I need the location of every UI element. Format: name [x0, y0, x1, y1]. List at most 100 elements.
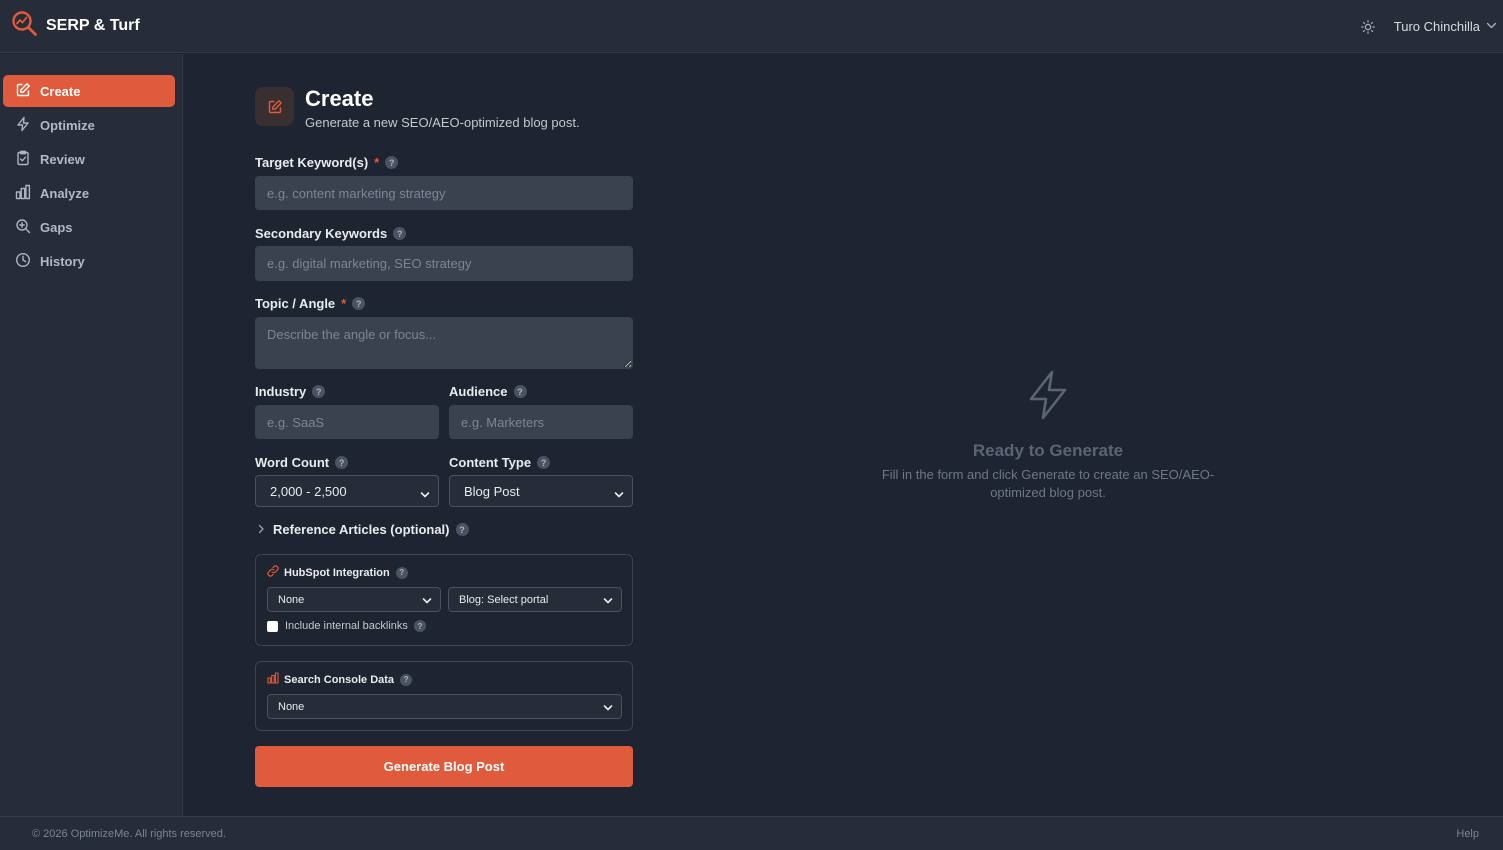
clipboard-check-icon [15, 150, 40, 169]
chevron-right-icon [257, 522, 265, 537]
empty-state-description: Fill in the form and click Generate to c… [881, 467, 1215, 500]
help-icon[interactable]: ? [400, 673, 413, 686]
edit-icon [15, 82, 40, 101]
required-marker: * [341, 296, 347, 311]
chevron-down-icon [614, 487, 624, 502]
reference-articles-toggle[interactable]: Reference Articles (optional) ? [257, 522, 469, 537]
backlinks-checkbox[interactable] [267, 620, 278, 632]
sidebar-item-analyze[interactable]: Analyze [3, 177, 175, 209]
hubspot-blog-select[interactable]: Blog: Select portal [448, 587, 622, 612]
help-icon[interactable]: ? [455, 523, 469, 536]
hubspot-panel: HubSpot Integration ? None Blog: Select … [255, 554, 633, 646]
edit-icon [255, 87, 294, 126]
chevron-down-icon [422, 596, 432, 608]
sidebar-item-label: Gaps [40, 219, 73, 235]
chevron-down-icon [603, 703, 613, 715]
reference-articles-label: Reference Articles (optional) [273, 522, 450, 537]
panel-title-text: Search Console Data [284, 673, 395, 686]
hubspot-connection-select[interactable]: None [267, 587, 441, 612]
content-type-select[interactable]: Blog Post [449, 475, 633, 507]
industry-label: Industry ? [255, 384, 326, 399]
sidebar: Create Optimize Review Analyze Gaps Hist… [0, 54, 183, 816]
label-text: Audience [449, 384, 508, 399]
sidebar-item-history[interactable]: History [3, 245, 175, 277]
generate-blog-post-button[interactable]: Generate Blog Post [255, 746, 633, 787]
logo-magnifier-icon [11, 10, 38, 42]
word-count-value: 2,000 - 2,500 [270, 483, 347, 499]
search-console-panel: Search Console Data ? None [255, 661, 633, 731]
label-text: Industry [255, 384, 307, 399]
page-subtitle: Generate a new SEO/AEO-optimized blog po… [305, 115, 580, 130]
backlinks-option: Include internal backlinks ? [267, 620, 426, 632]
help-icon[interactable]: ? [312, 385, 326, 398]
brand[interactable]: SERP & Turf [11, 10, 140, 42]
page-title: Create [305, 86, 374, 111]
topic-textarea[interactable] [255, 317, 633, 369]
sidebar-item-label: History [40, 253, 85, 269]
user-menu[interactable]: Turo Chinchilla [1394, 18, 1497, 36]
sidebar-item-label: Review [40, 151, 85, 167]
footer: © 2026 OptimizeMe. All rights reserved. … [0, 816, 1503, 850]
sidebar-item-review[interactable]: Review [3, 143, 175, 175]
bar-chart-icon [267, 672, 279, 687]
page-header: Create Generate a new SEO/AEO-optimized … [255, 86, 580, 130]
lightning-icon [15, 116, 40, 135]
help-icon[interactable]: ? [393, 227, 407, 240]
audience-label: Audience ? [449, 384, 527, 399]
help-icon[interactable]: ? [537, 456, 551, 469]
bar-chart-icon [15, 184, 40, 203]
zoom-in-icon [15, 218, 40, 237]
help-icon[interactable]: ? [385, 156, 399, 169]
hubspot-connection-value: None [278, 593, 305, 606]
word-count-label: Word Count ? [255, 455, 349, 470]
sun-icon[interactable] [1358, 17, 1378, 37]
hubspot-blog-value: Blog: Select portal [459, 593, 549, 606]
word-count-select[interactable]: 2,000 - 2,500 [255, 475, 439, 507]
content-type-value: Blog Post [464, 483, 520, 499]
sidebar-item-label: Optimize [40, 117, 95, 133]
search-console-select[interactable]: None [267, 694, 622, 719]
chevron-down-icon [1486, 18, 1497, 36]
topic-label: Topic / Angle * ? [255, 296, 366, 311]
backlinks-label: Include internal backlinks [285, 620, 408, 632]
copyright-text: © 2026 OptimizeMe. All rights reserved. [32, 827, 226, 840]
industry-input[interactable] [255, 405, 439, 439]
lightning-icon [864, 370, 1232, 425]
link-icon [267, 565, 279, 580]
sidebar-item-create[interactable]: Create [3, 75, 175, 107]
label-text: Content Type [449, 455, 532, 470]
empty-state-title: Ready to Generate [972, 441, 1124, 460]
secondary-keywords-label: Secondary Keywords ? [255, 226, 407, 241]
help-link[interactable]: Help [1456, 828, 1479, 840]
label-text: Secondary Keywords [255, 226, 388, 241]
content-type-label: Content Type ? [449, 455, 551, 470]
audience-input[interactable] [449, 405, 633, 439]
help-icon[interactable]: ? [513, 385, 527, 398]
chevron-down-icon [420, 487, 430, 502]
chevron-down-icon [603, 596, 613, 608]
clock-icon [15, 252, 40, 271]
secondary-keywords-input[interactable] [255, 246, 633, 281]
sidebar-item-gaps[interactable]: Gaps [3, 211, 175, 243]
hubspot-title: HubSpot Integration ? [267, 565, 408, 580]
user-name: Turo Chinchilla [1393, 19, 1480, 34]
target-keywords-input[interactable] [255, 176, 633, 210]
label-text: Target Keyword(s) [255, 155, 369, 170]
app-title: SERP & Turf [46, 17, 140, 34]
label-text: Word Count [255, 455, 330, 470]
help-icon[interactable]: ? [335, 456, 349, 469]
top-bar: SERP & Turf Turo Chinchilla [0, 0, 1503, 53]
empty-state: Ready to Generate Fill in the form and c… [864, 370, 1232, 502]
sidebar-item-optimize[interactable]: Optimize [3, 109, 175, 141]
target-keywords-label: Target Keyword(s) * ? [255, 155, 399, 170]
label-text: Topic / Angle [255, 296, 336, 311]
panel-title-text: HubSpot Integration [284, 566, 390, 579]
search-console-title: Search Console Data ? [267, 672, 413, 687]
required-marker: * [374, 155, 380, 170]
sidebar-item-label: Analyze [40, 185, 90, 201]
search-console-value: None [278, 700, 305, 713]
help-icon[interactable]: ? [413, 620, 426, 632]
help-icon[interactable]: ? [352, 297, 366, 310]
sidebar-item-label: Create [40, 83, 81, 99]
help-icon[interactable]: ? [395, 566, 408, 579]
